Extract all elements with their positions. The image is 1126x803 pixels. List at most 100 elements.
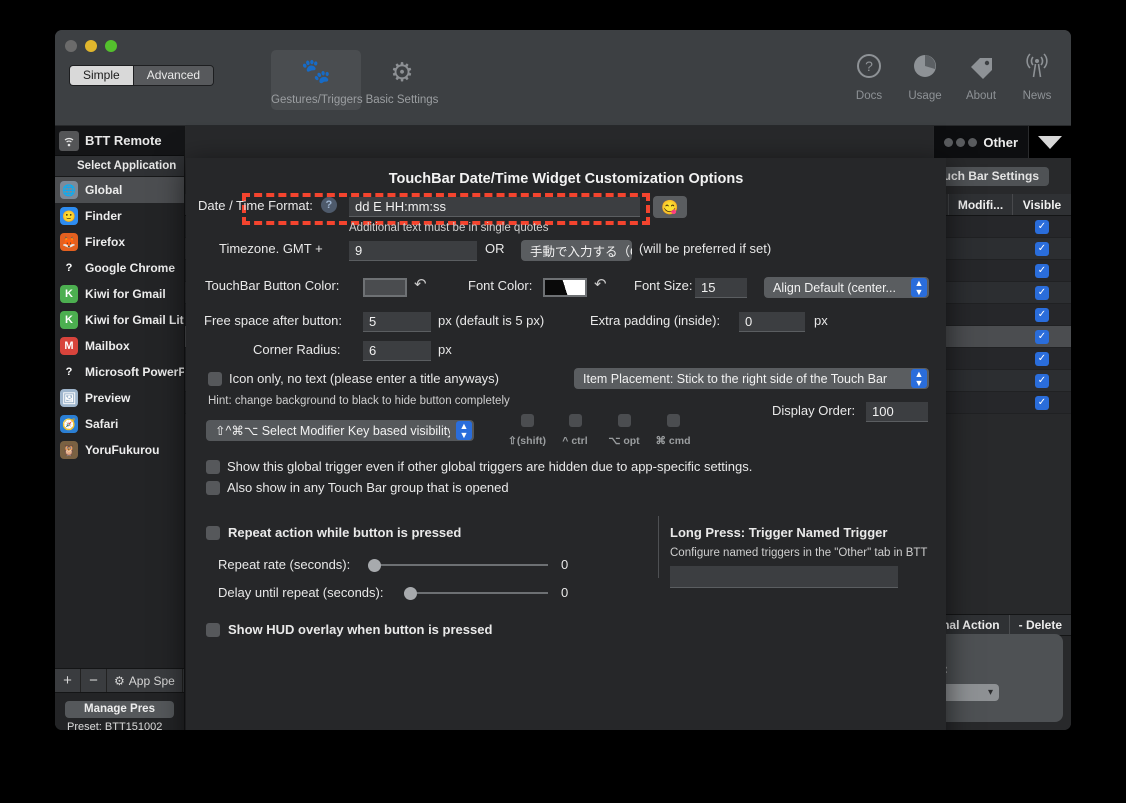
repeat-rate-slider[interactable]: [368, 557, 548, 573]
toolbar-item-gestures-triggers[interactable]: 🐾 Gestures/Triggers: [271, 50, 363, 110]
hud-overlay-checkbox[interactable]: [206, 622, 220, 637]
segment-simple[interactable]: Simple: [70, 66, 133, 85]
row-visible-cell[interactable]: ✓: [1013, 260, 1071, 281]
minimize-button[interactable]: [85, 40, 97, 52]
tab-other[interactable]: Other: [933, 126, 1028, 158]
modifier-key-3[interactable]: ⌘ cmd: [645, 414, 701, 447]
column-header-visible[interactable]: Visible: [1013, 194, 1071, 215]
font-size-input[interactable]: [695, 278, 747, 298]
sidebar-item-kiwi-for-gmail-lite[interactable]: K Kiwi for Gmail Lite: [55, 307, 184, 333]
sidebar-item-microsoft-powerp[interactable]: ? Microsoft PowerP: [55, 359, 184, 385]
free-space-input[interactable]: [363, 312, 431, 332]
chevron-updown-icon[interactable]: ▲ ▼: [456, 421, 472, 440]
application-list[interactable]: 🌐 Global 🙂 Finder 🦊 Firefox? Google Chrome K Kiw…: [55, 177, 184, 668]
sidebar-item-firefox[interactable]: 🦊 Firefox: [55, 229, 184, 255]
row-visible-cell[interactable]: ✓: [1013, 216, 1071, 237]
sidebar-item-yorufukurou[interactable]: 🦉 YoruFukurou: [55, 437, 184, 463]
extra-padding-input[interactable]: [739, 312, 805, 332]
button-color-well[interactable]: [363, 278, 407, 297]
checkmark-icon[interactable]: ✓: [1035, 219, 1049, 234]
about-label: About: [965, 90, 997, 102]
global-trigger-checkbox[interactable]: [206, 459, 220, 474]
modifier-key-1[interactable]: ^ ctrl: [547, 414, 603, 447]
chevron-updown-icon[interactable]: ▲ ▼: [911, 369, 927, 388]
checkmark-icon[interactable]: ✓: [1035, 329, 1049, 344]
add-application-button[interactable]: +: [55, 669, 81, 692]
row-visible-cell[interactable]: ✓: [1013, 348, 1071, 369]
icon-only-checkbox[interactable]: [208, 371, 222, 386]
icon-only-row[interactable]: Icon only, no text (please enter a title…: [208, 371, 499, 386]
row-visible-cell[interactable]: ✓: [1013, 392, 1071, 413]
checkmark-icon[interactable]: ✓: [1035, 241, 1049, 256]
checkmark-icon[interactable]: ✓: [1035, 395, 1049, 410]
news-button[interactable]: News: [1015, 52, 1059, 102]
row-visible-cell[interactable]: ✓: [1013, 282, 1071, 303]
usage-button[interactable]: Usage: [903, 52, 947, 102]
toolbar-item-basic-settings[interactable]: ⚙ Basic Settings: [357, 50, 447, 106]
checkmark-icon[interactable]: ✓: [1035, 373, 1049, 388]
checkmark-icon[interactable]: ✓: [1035, 351, 1049, 366]
modifier-key-checkbox[interactable]: [666, 414, 680, 427]
row-visible-cell[interactable]: ✓: [1013, 238, 1071, 259]
alignment-select[interactable]: Align Default (center... ▲ ▼: [764, 277, 929, 298]
touchbar-group-label: Also show in any Touch Bar group that is…: [227, 480, 509, 495]
sidebar-item-mailbox[interactable]: M Mailbox: [55, 333, 184, 359]
slider-knob[interactable]: [404, 587, 417, 600]
news-label: News: [1022, 90, 1052, 102]
app-specific-button[interactable]: ⚙ App Spe: [107, 669, 183, 692]
long-press-input[interactable]: [670, 566, 898, 588]
extra-padding-row: Extra padding (inside):: [590, 313, 720, 328]
expand-dropdown-button[interactable]: [1028, 126, 1071, 158]
checkmark-icon[interactable]: ✓: [1035, 263, 1049, 278]
manage-presets-button[interactable]: Manage Pres: [65, 701, 174, 718]
touchbar-group-checkbox[interactable]: [206, 480, 220, 495]
sidebar-item-preview[interactable]: 🖼 Preview: [55, 385, 184, 411]
timezone-input[interactable]: [349, 241, 477, 261]
about-button[interactable]: About: [959, 52, 1003, 102]
modifier-key-checkbox[interactable]: [617, 414, 631, 427]
item-placement-select[interactable]: Item Placement: Stick to the right side …: [574, 368, 929, 389]
row-visible-cell[interactable]: ✓: [1013, 304, 1071, 325]
checkmark-icon[interactable]: ✓: [1035, 307, 1049, 322]
checkmark-icon[interactable]: ✓: [1035, 285, 1049, 300]
docs-button[interactable]: ? Docs: [847, 52, 891, 102]
hud-overlay-row[interactable]: Show HUD overlay when button is pressed: [206, 622, 492, 637]
modifier-key-2[interactable]: ⌥ opt: [596, 414, 652, 447]
row-visible-cell[interactable]: ✓: [1013, 370, 1071, 391]
row-visible-cell[interactable]: ✓: [1013, 326, 1071, 347]
remove-application-button[interactable]: −: [81, 669, 107, 692]
corner-radius-input[interactable]: [363, 341, 431, 361]
modifier-visibility-select[interactable]: ⇧^⌘⌥ Select Modifier Key based visibilit…: [206, 420, 474, 441]
date-format-input[interactable]: [349, 197, 640, 217]
repeat-action-row[interactable]: Repeat action while button is pressed: [206, 525, 461, 540]
repeat-delay-slider[interactable]: [404, 585, 548, 601]
sidebar-item-finder[interactable]: 🙂 Finder: [55, 203, 184, 229]
modifier-key-label: ⌥ opt: [608, 435, 640, 447]
timezone-select-value: 手動で入力する（GMT +...: [530, 245, 632, 259]
mode-segmented-control[interactable]: Simple Advanced: [69, 65, 215, 86]
revert-arrow-icon[interactable]: ↶: [414, 275, 427, 293]
slider-knob[interactable]: [368, 559, 381, 572]
timezone-select[interactable]: 手動で入力する（GMT +... ▲▼: [521, 240, 632, 261]
zoom-button[interactable]: [105, 40, 117, 52]
segment-advanced[interactable]: Advanced: [132, 66, 214, 85]
sidebar-item-kiwi-for-gmail[interactable]: K Kiwi for Gmail: [55, 281, 184, 307]
revert-arrow-icon[interactable]: ↶: [594, 275, 607, 293]
emoji-picker-icon[interactable]: 😋: [653, 196, 687, 218]
question-mark-icon[interactable]: ?: [320, 197, 337, 213]
global-trigger-option-row[interactable]: Show this global trigger even if other g…: [206, 459, 752, 474]
delete-button[interactable]: - Delete: [1008, 615, 1071, 635]
repeat-action-checkbox[interactable]: [206, 525, 220, 540]
display-order-input[interactable]: [866, 402, 928, 422]
column-header-modifiers[interactable]: Modifi...: [949, 194, 1013, 215]
modifier-key-checkbox[interactable]: [520, 414, 534, 427]
close-button[interactable]: [65, 40, 77, 52]
display-order-row: Display Order:: [772, 403, 855, 418]
sidebar-item-google-chrome[interactable]: ? Google Chrome: [55, 255, 184, 281]
sidebar-item-safari[interactable]: 🧭 Safari: [55, 411, 184, 437]
chevron-updown-icon[interactable]: ▲ ▼: [911, 278, 927, 297]
touchbar-group-option-row[interactable]: Also show in any Touch Bar group that is…: [206, 480, 509, 495]
modifier-key-checkbox[interactable]: [568, 414, 582, 427]
sidebar-item-global[interactable]: 🌐 Global: [55, 177, 184, 203]
font-color-well[interactable]: [543, 278, 587, 297]
